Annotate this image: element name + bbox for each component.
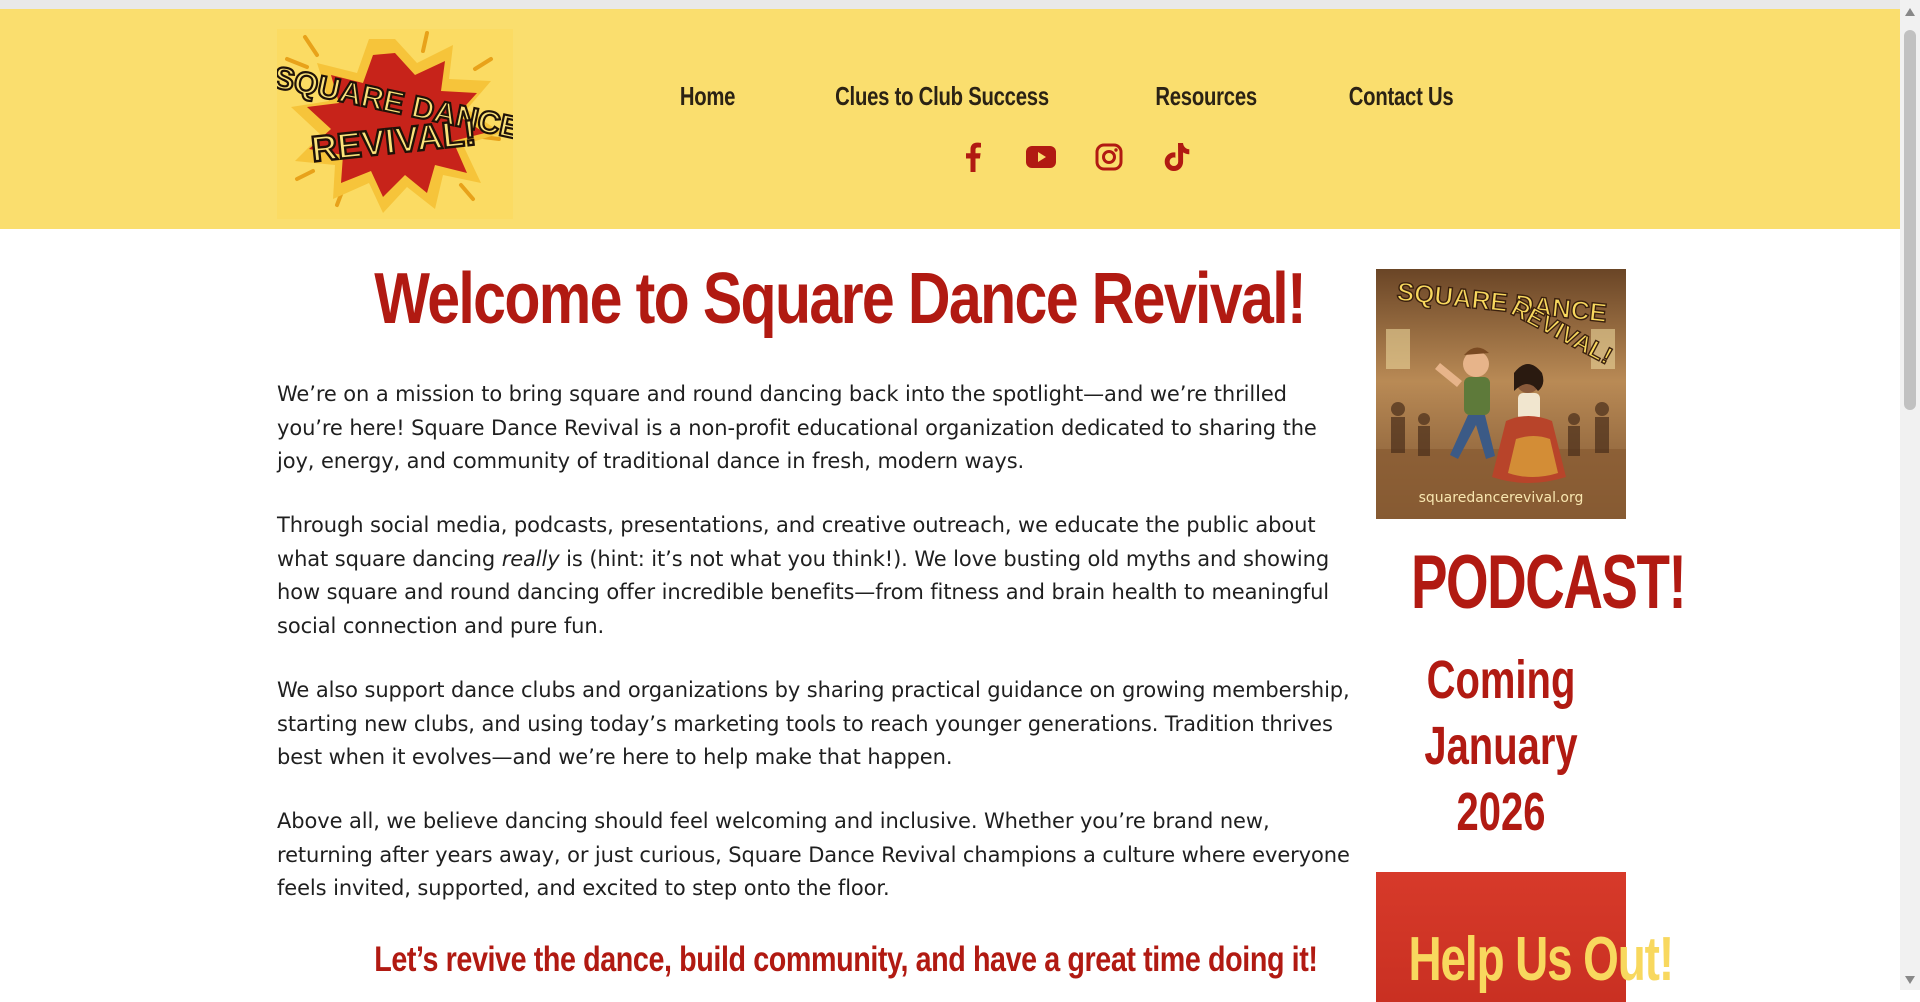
social-links (940, 137, 1210, 177)
main-nav: Home Clues to Club Success Resources Con… (680, 73, 1453, 119)
podcast-heading: PODCAST! (1411, 540, 1687, 625)
inclusion-paragraph: Above all, we believe dancing should fee… (277, 809, 1350, 900)
facebook-icon[interactable] (956, 140, 990, 174)
vertical-scrollbar[interactable] (1900, 0, 1920, 990)
youtube-icon[interactable] (1024, 140, 1058, 174)
tagline: Let’s revive the dance, build community,… (374, 940, 1318, 979)
help-us-out-label: Help Us Out! (1408, 925, 1675, 994)
scroll-down-arrow-icon[interactable] (1905, 976, 1915, 984)
promo-url: squaredancerevival.org (1419, 490, 1584, 506)
coming-line: Coming (1426, 650, 1576, 710)
nav-contact-us[interactable]: Contact Us (1348, 81, 1453, 112)
emphasis-really: really (501, 546, 560, 571)
month-line: January (1424, 716, 1578, 776)
nav-resources[interactable]: Resources (1156, 81, 1258, 112)
podcast-launch-date: Coming January 2026 (1409, 647, 1594, 845)
clubs-paragraph: We also support dance clubs and organiza… (277, 678, 1350, 769)
site-header: SQUARE DANCE REVIVAL! Home Clues to Club… (0, 9, 1900, 229)
sidebar: SQUARE DANCE REVIVAL! squaredancerevival… (1376, 269, 1687, 1002)
page-title: Welcome to Square Dance Revival! (374, 259, 1306, 339)
help-us-out-banner[interactable]: Help Us Out! (1376, 872, 1675, 1002)
intro-paragraph: We’re on a mission to bring square and r… (277, 382, 1317, 473)
year-line: 2026 (1456, 782, 1546, 842)
outreach-paragraph: Through social media, podcasts, presenta… (277, 509, 1357, 643)
site-logo[interactable]: SQUARE DANCE REVIVAL! (277, 29, 513, 219)
podcast-promo-image[interactable]: SQUARE DANCE REVIVAL! squaredancerevival… (1376, 269, 1626, 519)
tiktok-icon[interactable] (1160, 140, 1194, 174)
nav-clues-to-club-success[interactable]: Clues to Club Success (835, 81, 1049, 112)
browser-top-strip (0, 0, 1900, 9)
scroll-thumb[interactable] (1904, 30, 1916, 410)
scroll-up-arrow-icon[interactable] (1905, 8, 1915, 16)
nav-home[interactable]: Home (680, 81, 736, 112)
instagram-icon[interactable] (1092, 140, 1126, 174)
